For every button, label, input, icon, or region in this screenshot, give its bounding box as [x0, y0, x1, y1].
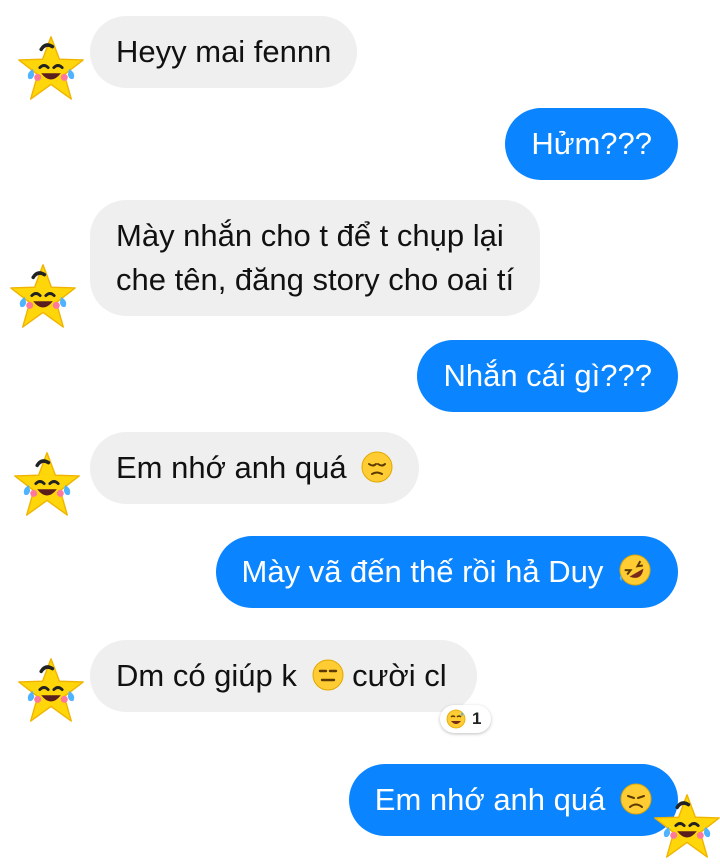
- reaction-count: 1: [472, 709, 482, 728]
- message-bubble-3[interactable]: Mày nhắn cho t để t chụp lại che tên, đă…: [90, 200, 541, 316]
- rofl-face-icon: [619, 554, 651, 586]
- crying-laughing-star-icon: [652, 792, 720, 862]
- message-bubble-4[interactable]: Nhắn cái gì???: [417, 340, 678, 412]
- message-bubble-5[interactable]: Em nhớ anh quá: [90, 432, 420, 504]
- grinning-sweat-face-icon: [446, 709, 466, 729]
- message-text-line-1: Mày nhắn cho t để t chụp lại: [116, 218, 504, 253]
- crying-laughing-star-icon: [16, 34, 86, 104]
- message-text: Heyy mai fennn: [116, 34, 332, 69]
- expressionless-face-icon: [312, 659, 344, 691]
- message-text: Em nhớ anh quá: [116, 450, 347, 485]
- message-bubble-6[interactable]: Mày vã đến thế rồi hả Duy: [215, 536, 678, 608]
- disappointed-face-icon: [620, 783, 652, 815]
- message-text-line-2: che tên, đăng story cho oai tí: [116, 262, 515, 297]
- message-bubble-8[interactable]: Em nhớ anh quá: [348, 764, 678, 836]
- crying-laughing-star-icon: [16, 656, 86, 726]
- message-bubble-7[interactable]: Dm có giúp k cười cl: [90, 640, 477, 712]
- crying-laughing-star-icon: [8, 262, 78, 332]
- message-text: Hửm???: [531, 126, 652, 161]
- message-text: Em nhớ anh quá: [374, 782, 606, 817]
- pensive-face-icon: [361, 451, 393, 483]
- crying-laughing-star-icon: [12, 450, 82, 520]
- message-text-before: Dm có giúp k: [116, 658, 297, 693]
- message-bubble-2[interactable]: Hửm???: [505, 108, 678, 180]
- message-text: Nhắn cái gì???: [443, 358, 652, 393]
- reaction-badge[interactable]: 1: [440, 705, 492, 733]
- message-text: Mày vã đến thế rồi hả Duy: [241, 554, 604, 589]
- message-bubble-1[interactable]: Heyy mai fennn: [90, 16, 358, 88]
- message-text-after: cười cl: [352, 658, 447, 693]
